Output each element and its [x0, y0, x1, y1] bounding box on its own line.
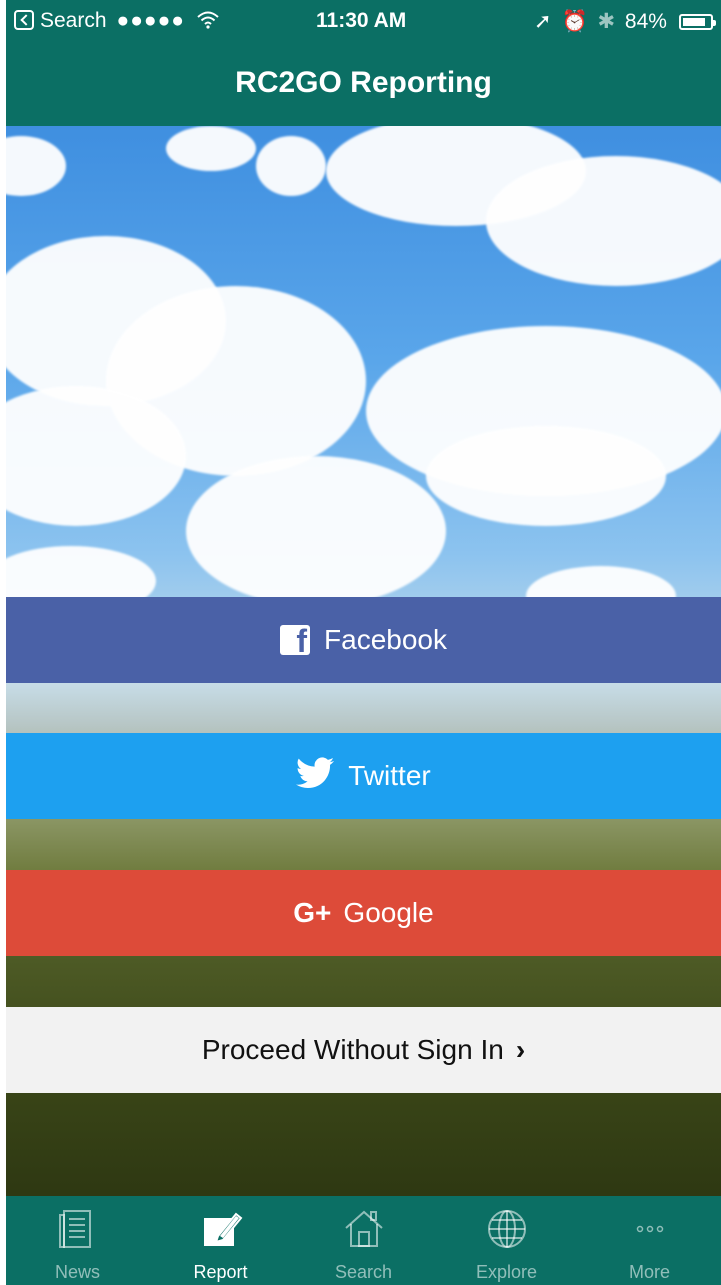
- chevron-right-icon: ›: [515, 1034, 526, 1065]
- back-icon: [14, 10, 34, 30]
- facebook-label: Facebook: [324, 624, 447, 655]
- tab-bar: News Report Search Explore More: [6, 1196, 721, 1285]
- nav-bar: RC2GO Reporting: [6, 44, 721, 126]
- alarm-icon: ⏰: [561, 10, 588, 33]
- globe-icon: [484, 1206, 530, 1252]
- back-label: Search: [40, 9, 107, 32]
- twitter-label: Twitter: [348, 760, 431, 791]
- google-login-button[interactable]: G+ Google: [6, 870, 721, 956]
- tab-label: Search: [334, 1262, 393, 1282]
- tab-search[interactable]: Search: [292, 1196, 435, 1285]
- app-screen: Search ●●●●● 11:30 AM ➚ ⏰ ✱ 84% RC2GO Rep…: [6, 0, 721, 1285]
- google-plus-icon: G+: [293, 897, 332, 928]
- tab-report[interactable]: Report: [149, 1196, 292, 1285]
- page-title: RC2GO Reporting: [235, 66, 492, 99]
- home-icon: [341, 1206, 387, 1252]
- clock: 11:30 AM: [316, 9, 407, 32]
- tab-more[interactable]: More: [578, 1196, 721, 1285]
- tab-label: News: [54, 1262, 100, 1282]
- bluetooth-icon: ✱: [597, 10, 616, 33]
- wifi-icon: [197, 11, 219, 35]
- status-icons: ➚ ⏰ ✱ 84%: [534, 9, 716, 34]
- tab-news[interactable]: News: [6, 1196, 149, 1285]
- twitter-login-button[interactable]: Twitter: [6, 733, 721, 819]
- report-icon: [198, 1206, 244, 1252]
- twitter-icon: [296, 756, 335, 796]
- proceed-label: Proceed Without Sign In: [201, 1034, 504, 1065]
- news-icon: [55, 1206, 101, 1252]
- battery-percent: 84%: [624, 10, 667, 33]
- tab-label: Report: [193, 1262, 248, 1282]
- status-bar: Search ●●●●● 11:30 AM ➚ ⏰ ✱ 84%: [6, 0, 721, 44]
- facebook-icon: f: [280, 625, 311, 655]
- google-label: Google: [343, 897, 434, 928]
- more-icon: [627, 1206, 673, 1252]
- signal-icon: ●●●●●: [116, 9, 185, 32]
- tab-explore[interactable]: Explore: [435, 1196, 578, 1285]
- back-to-search[interactable]: Search ●●●●●: [14, 9, 219, 35]
- proceed-without-sign-in-button[interactable]: Proceed Without Sign In ›: [6, 1007, 721, 1093]
- tab-label: More: [628, 1262, 670, 1282]
- tab-label: Explore: [475, 1262, 538, 1282]
- location-icon: ➚: [534, 10, 552, 33]
- battery-icon: [678, 14, 716, 30]
- facebook-login-button[interactable]: f Facebook: [6, 597, 721, 683]
